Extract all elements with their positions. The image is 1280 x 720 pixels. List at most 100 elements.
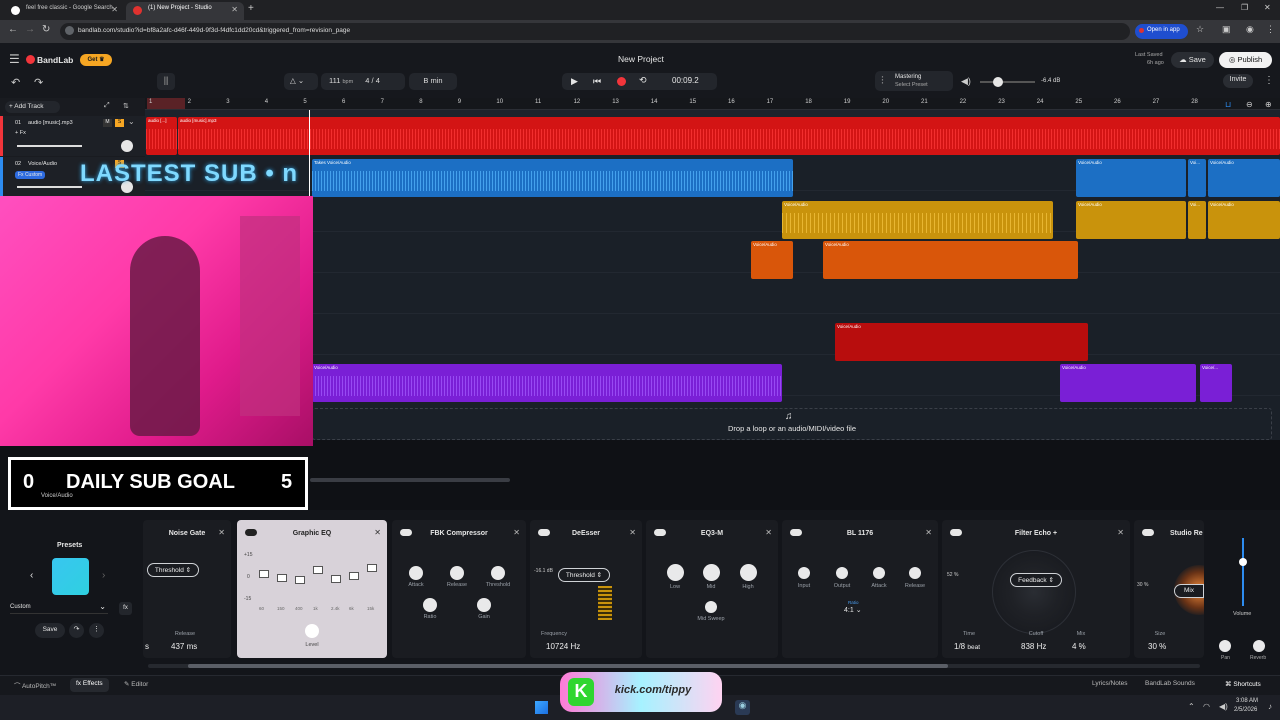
mix-control[interactable]: Mix — [1174, 584, 1204, 598]
close-icon[interactable]: ✕ — [1117, 528, 1124, 537]
threshold-control[interactable]: Threshold ⇕ — [558, 568, 610, 582]
next-preset-icon[interactable]: › — [102, 570, 105, 581]
back-icon[interactable]: ← — [8, 24, 18, 35]
tab-effects[interactable]: fx Effects — [70, 678, 109, 692]
clip-voice[interactable]: Voice/Audio — [1076, 159, 1186, 197]
get-membership-button[interactable]: Get ♛ — [80, 54, 112, 66]
snap-icon[interactable]: ⊔ — [1225, 100, 1239, 109]
open-in-app-button[interactable]: Open in app — [1135, 24, 1188, 39]
save-button[interactable]: ☁ Save — [1171, 52, 1214, 68]
pan-knob[interactable] — [121, 140, 133, 152]
clip-music-b[interactable]: audio [music].mp3 — [178, 117, 1280, 155]
time-value[interactable]: 1/8 beat — [954, 642, 980, 651]
ratio-knob[interactable] — [423, 598, 437, 612]
high-knob[interactable] — [740, 564, 757, 581]
timeline-scrollbar[interactable] — [310, 478, 510, 482]
ratio-select[interactable]: 4:1 ⌄ — [844, 606, 862, 614]
eq-band-sliders[interactable] — [259, 560, 377, 605]
eq-band-thumb[interactable] — [295, 576, 305, 584]
preset-select[interactable]: Custom ⌄ — [10, 602, 108, 614]
browser-tab-google[interactable]: feel free classic - Google Search ✕ — [4, 2, 124, 20]
clip-voice-gold[interactable]: Voice/Audio — [1076, 201, 1186, 239]
tempo-time-signature[interactable]: 111 bpm 4 / 4 — [321, 73, 405, 90]
chevron-down-icon[interactable]: ⌄ — [128, 117, 135, 126]
close-icon[interactable]: ✕ — [374, 528, 381, 537]
wifi-icon[interactable]: ◠ — [1203, 702, 1210, 711]
output-knob[interactable] — [836, 567, 848, 579]
tray-chevron-icon[interactable]: ⌃ — [1188, 702, 1195, 711]
close-icon[interactable]: ✕ — [925, 528, 932, 537]
feedback-control[interactable]: Feedback ⇕ — [1010, 573, 1062, 587]
project-title[interactable]: New Project — [618, 54, 664, 64]
master-volume-fader[interactable] — [1239, 538, 1247, 606]
steam-icon[interactable]: ◉ — [735, 700, 750, 715]
master-reverb-knob[interactable] — [1253, 640, 1265, 652]
close-icon[interactable]: ✕ — [765, 528, 772, 537]
mix-value[interactable]: 4 % — [1072, 642, 1086, 651]
fx-eq3-m[interactable]: EQ3-M ✕ Low Mid High Mid Sweep — [646, 520, 778, 658]
solo-button[interactable]: S — [115, 119, 124, 127]
fx-noise-gate[interactable]: Noise Gate ✕ Threshold ⇕ Release s 437 ms — [143, 520, 231, 658]
mute-button[interactable]: M — [103, 119, 112, 127]
record-icon[interactable] — [617, 77, 626, 86]
speaker-icon[interactable]: ◀) — [1219, 702, 1228, 711]
volume-icon[interactable]: ◀) — [961, 76, 971, 87]
fx-enable-toggle[interactable] — [1142, 529, 1154, 536]
add-track-button[interactable]: + Add Track — [5, 101, 60, 113]
clip-voice-red[interactable]: Voice/Audio — [835, 323, 1088, 361]
track-volume-slider[interactable] — [17, 186, 82, 188]
size-value[interactable]: 30 % — [1148, 642, 1166, 651]
tab-autopitch[interactable]: ⌒ AutoPitch™ — [14, 680, 56, 690]
close-tab-icon[interactable]: ✕ — [231, 5, 238, 14]
fx-custom-badge[interactable]: Fx Custom — [15, 171, 46, 179]
eq-band-thumb[interactable] — [367, 564, 377, 572]
zoom-in-icon[interactable]: ⊕ — [1265, 100, 1272, 109]
attack-knob[interactable] — [409, 566, 423, 580]
gain-knob[interactable] — [477, 598, 491, 612]
release-knob[interactable] — [909, 567, 921, 579]
loop-icon[interactable]: ⟲ — [639, 75, 647, 86]
fx-enable-toggle[interactable] — [538, 529, 550, 536]
preset-artwork[interactable] — [52, 558, 89, 595]
timeline-ruler[interactable]: 1 2 3 4 5 6 7 8 9 10 11 12 13 14 15 16 17 18 19 20 21 22 23 24 2… — [145, 98, 1280, 110]
release-knob[interactable] — [450, 566, 464, 580]
track-volume-slider[interactable] — [17, 145, 82, 147]
save-preset-button[interactable]: Save — [35, 623, 65, 638]
invite-button[interactable]: Invite — [1223, 74, 1253, 88]
eq-band-thumb[interactable] — [313, 566, 323, 574]
profile-icon[interactable]: ◉ — [1246, 24, 1254, 35]
bookmark-star-icon[interactable]: ☆ — [1196, 24, 1204, 35]
reload-icon[interactable]: ↻ — [42, 24, 50, 35]
fx-icon[interactable]: fx — [119, 602, 132, 615]
clip-voice-orange[interactable]: Voice/Audio — [823, 241, 1078, 279]
low-knob[interactable] — [667, 564, 684, 581]
chrome-menu-icon[interactable]: ⋮ — [1266, 24, 1275, 35]
clip-voice-gold[interactable]: Voi... — [1188, 201, 1206, 239]
skip-back-icon[interactable]: ⏮ — [593, 76, 601, 87]
eq-band-thumb[interactable] — [277, 574, 287, 582]
attack-knob[interactable] — [873, 567, 885, 579]
zoom-out-icon[interactable]: ⊖ — [1246, 100, 1253, 109]
undo-icon[interactable]: ↶ — [11, 76, 20, 89]
tab-bandlab-sounds[interactable]: BandLab Sounds — [1145, 680, 1195, 687]
prev-preset-icon[interactable]: ‹ — [30, 570, 33, 581]
tab-editor[interactable]: ✎ Editor — [124, 680, 148, 688]
new-tab-icon[interactable]: + — [248, 3, 254, 14]
slider-thumb[interactable] — [993, 77, 1003, 87]
menu-icon[interactable]: ☰ — [9, 52, 20, 66]
notification-bell-icon[interactable]: ♪ — [1268, 702, 1272, 711]
minimize-icon[interactable]: — — [1216, 3, 1224, 12]
level-knob[interactable] — [305, 624, 319, 638]
effects-scrollbar[interactable] — [148, 664, 1200, 668]
frequency-value[interactable]: 10724 Hz — [546, 642, 580, 651]
clip-music-a[interactable]: audio [...] — [146, 117, 177, 155]
key-selector[interactable]: B min — [409, 73, 457, 90]
eq-band-thumb[interactable] — [259, 570, 269, 578]
clip-voice-gold[interactable]: Voice/Audio — [1208, 201, 1280, 239]
site-info-icon[interactable] — [65, 26, 74, 35]
forward-icon[interactable]: → — [25, 24, 35, 35]
maximize-icon[interactable]: ❐ — [1241, 3, 1248, 12]
tab-shortcuts[interactable]: ⌘ Shortcuts — [1225, 680, 1261, 688]
clip-voice[interactable]: Voi... — [1188, 159, 1206, 197]
scroll-thumb[interactable] — [188, 664, 948, 668]
